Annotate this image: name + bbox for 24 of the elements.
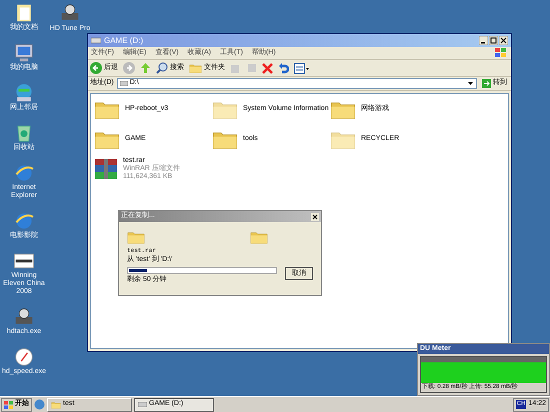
drive-icon <box>91 37 101 44</box>
window-title: GAME (D:) <box>104 34 144 46</box>
maximize-icon[interactable] <box>489 36 498 45</box>
drive-icon <box>138 402 147 407</box>
undo-icon[interactable] <box>278 62 289 74</box>
target-folder-icon <box>250 230 268 244</box>
views-icon[interactable] <box>294 62 310 74</box>
minimize-icon[interactable] <box>479 36 488 45</box>
go-arrow-icon <box>482 79 491 88</box>
close-icon[interactable] <box>311 212 319 220</box>
back-arrow-icon <box>90 62 102 74</box>
close-icon[interactable] <box>499 36 508 45</box>
computer-icon <box>13 42 35 64</box>
windows-logo-icon <box>4 400 13 408</box>
gauge-icon <box>13 346 35 368</box>
folder-icon <box>189 62 202 74</box>
drive-icon <box>120 81 128 86</box>
dropdown-icon[interactable] <box>467 80 474 87</box>
archive-icon <box>94 158 118 180</box>
delete-icon[interactable] <box>262 62 273 74</box>
source-folder-icon <box>127 230 145 244</box>
windows-logo-icon <box>494 47 508 59</box>
folder-icon <box>51 400 61 408</box>
search-icon <box>156 62 168 74</box>
